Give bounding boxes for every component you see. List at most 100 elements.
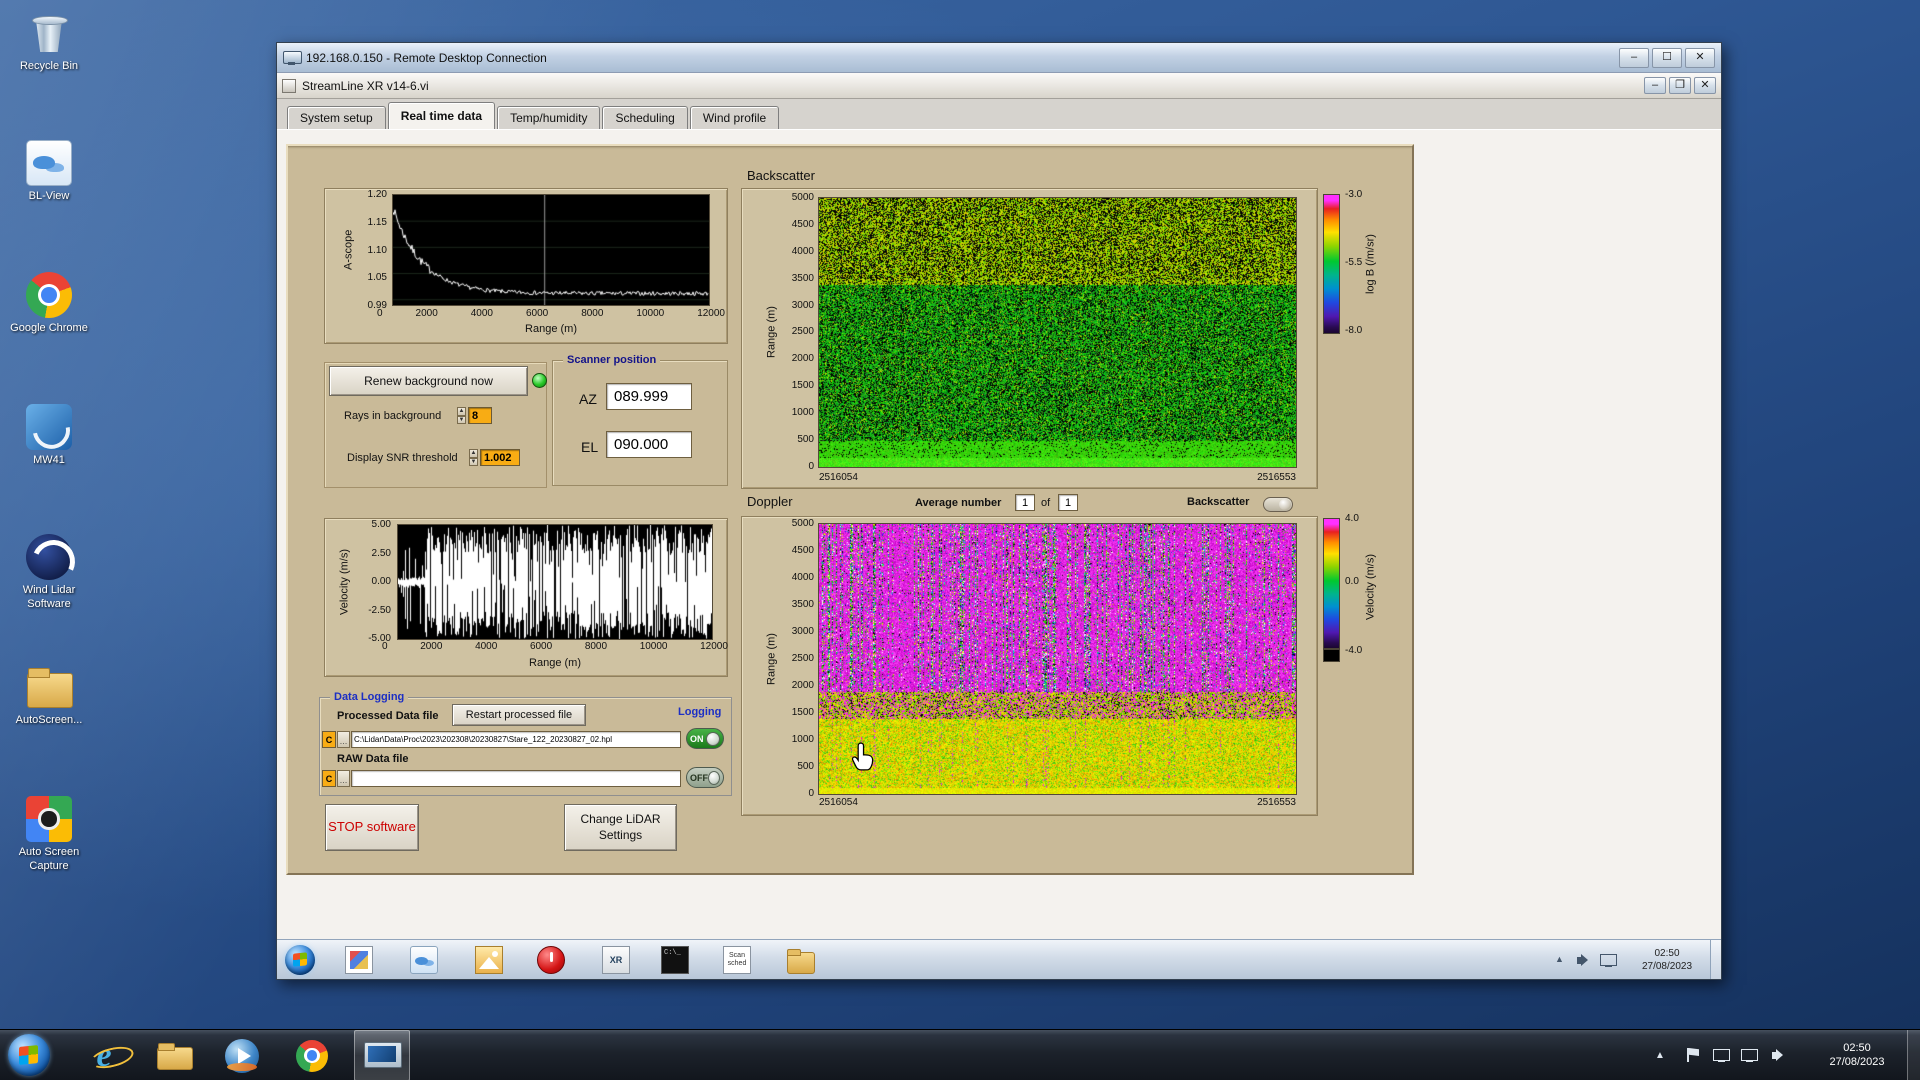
tick-label: 6000	[529, 641, 553, 652]
backscatter-toggle[interactable]	[1263, 497, 1293, 512]
tick-label: 4000	[470, 308, 493, 319]
session-taskbar-folder-icon[interactable]	[786, 946, 816, 974]
doppler-colorbar-tick: -4.0	[1345, 645, 1363, 656]
snr-value-field[interactable]: 1.002	[480, 449, 520, 466]
ie-icon: e	[96, 1036, 112, 1074]
rdp-close-button[interactable]: ✕	[1685, 47, 1715, 68]
backscatter-y-ticks: 5000 4500 4000 3500 3000 2500 2000 1500 1000 500 0	[782, 193, 814, 472]
taskbar-chrome-button[interactable]	[286, 1030, 338, 1080]
tick-label: 0	[377, 308, 383, 319]
session-taskbar-xr-icon[interactable]: XR	[602, 946, 630, 974]
display-icon[interactable]	[1712, 1046, 1730, 1064]
desktop-icon-recycle-bin[interactable]: Recycle Bin	[4, 10, 94, 74]
raw-logging-toggle[interactable]: OFF	[686, 767, 724, 788]
rays-value-field[interactable]: 8	[468, 407, 492, 424]
session-taskbar-paint-icon[interactable]	[345, 946, 373, 974]
session-taskbar-stop-icon[interactable]	[537, 946, 565, 974]
velocity-x-axis-label: Range (m)	[529, 657, 581, 669]
backscatter-y-axis-label: Range (m)	[765, 306, 778, 359]
desktop-icon-wind-lidar[interactable]: Wind Lidar Software	[4, 534, 94, 612]
rdp-minimize-button[interactable]: –	[1619, 47, 1649, 68]
az-value-field[interactable]: 089.999	[606, 383, 692, 410]
session-taskbar: XR C:\_ Scan sched ▲ 02:50 27/08/2023	[277, 939, 1721, 979]
backscatter-plot-area[interactable]	[818, 197, 1297, 468]
processed-logging-toggle[interactable]: ON	[686, 728, 724, 749]
doppler-colorbar-underflow	[1323, 649, 1340, 662]
desktop-icon-label: Auto Screen Capture	[18, 846, 80, 872]
desktop-icon-bl-view[interactable]: BL-View	[4, 140, 94, 204]
taskbar-ie-button[interactable]: e	[78, 1030, 130, 1080]
tab-scheduling[interactable]: Scheduling	[602, 106, 688, 129]
session-speaker-icon[interactable]	[1575, 951, 1593, 969]
tab-system-setup[interactable]: System setup	[287, 106, 386, 129]
logging-label: Logging	[678, 706, 722, 718]
backscatter-x-start: 2516054	[819, 472, 858, 483]
taskbar-rdp-button-active[interactable]	[354, 1030, 410, 1080]
snr-spinner[interactable]: ▲ ▼	[469, 449, 478, 466]
raw-data-file-label: RAW Data file	[337, 753, 409, 765]
host-show-desktop-button[interactable]	[1907, 1030, 1920, 1080]
restart-processed-file-button[interactable]: Restart processed file	[452, 704, 586, 726]
doppler-plot-area[interactable]	[818, 523, 1297, 795]
session-taskbar-scan-sched-icon[interactable]: Scan sched	[723, 946, 751, 974]
ascope-graph: A-scope 1.20 1.15 1.10 1.05 0.99 0 2000 4000 60…	[324, 188, 728, 344]
host-tray-arrow-icon[interactable]: ▲	[1655, 1051, 1665, 1061]
session-tray-arrow-icon[interactable]: ▲	[1555, 955, 1564, 964]
data-logging-title: Data Logging	[330, 691, 409, 704]
tab-temp-humidity[interactable]: Temp/humidity	[497, 106, 601, 129]
el-value-field[interactable]: 090.000	[606, 431, 692, 458]
backscatter-colorbar-tick: -3.0	[1345, 189, 1363, 200]
az-label: AZ	[579, 391, 597, 407]
session-taskbar-cmd-icon[interactable]: C:\_	[661, 946, 689, 974]
session-show-desktop-button[interactable]	[1710, 940, 1721, 979]
app-minimize-button[interactable]: –	[1644, 77, 1666, 94]
rdp-maximize-button[interactable]: ☐	[1652, 47, 1682, 68]
session-start-button[interactable]	[285, 945, 315, 975]
tick-label: 1.10	[367, 244, 387, 256]
processed-data-file-label: Processed Data file	[337, 710, 439, 722]
rays-spinner[interactable]: ▲ ▼	[457, 407, 466, 424]
network-icon[interactable]	[1740, 1046, 1758, 1064]
session-network-icon[interactable]	[1599, 951, 1617, 969]
tab-real-time-data[interactable]: Real time data	[387, 102, 496, 129]
backscatter-graph: Range (m) 5000 4500 4000 3500 3000 2500 2000 15…	[741, 188, 1318, 489]
tick-label: 10000	[639, 641, 668, 652]
tick-label: 2000	[415, 308, 438, 319]
scanner-position-title: Scanner position	[563, 354, 661, 367]
average-count-field[interactable]: 1	[1058, 494, 1078, 511]
desktop-icon-auto-screen-capture[interactable]: Auto Screen Capture	[4, 796, 94, 874]
tick-label: 500	[797, 761, 814, 772]
host-taskbar: e ▲ 02:50 27/08/2023	[0, 1029, 1920, 1080]
app-restore-button[interactable]: ❐	[1669, 77, 1691, 94]
session-taskbar-viewer-icon[interactable]	[475, 946, 503, 974]
session-clock[interactable]: 02:50 27/08/2023	[1627, 947, 1707, 973]
average-number-field[interactable]: 1	[1015, 494, 1035, 511]
desktop-icon-google-chrome[interactable]: Google Chrome	[4, 272, 94, 336]
rdp-titlebar[interactable]: 192.168.0.150 - Remote Desktop Connectio…	[277, 43, 1721, 73]
drive-icon[interactable]: C	[322, 731, 336, 748]
processed-path-field[interactable]: C:\Lidar\Data\Proc\2023\202308\20230827\…	[351, 731, 681, 748]
tab-wind-profile[interactable]: Wind profile	[689, 106, 780, 129]
browse-icon[interactable]: …	[337, 731, 350, 748]
host-clock[interactable]: 02:50 27/08/2023	[1812, 1041, 1902, 1070]
desktop-icon-autoscreen[interactable]: AutoScreen...	[4, 664, 94, 728]
taskbar-explorer-button[interactable]	[148, 1030, 200, 1080]
ascope-plot-area[interactable]	[392, 194, 710, 306]
stop-software-button[interactable]: STOP software	[325, 804, 419, 851]
browse-icon[interactable]: …	[337, 770, 350, 787]
taskbar-media-player-button[interactable]	[216, 1030, 268, 1080]
change-lidar-settings-button[interactable]: Change LiDAR Settings	[564, 804, 677, 851]
desktop-icon-mw41[interactable]: MW41	[4, 404, 94, 468]
raw-path-field[interactable]	[351, 770, 681, 787]
session-taskbar-blview-icon[interactable]	[410, 946, 438, 974]
host-start-button[interactable]	[8, 1034, 50, 1076]
speaker-icon[interactable]	[1770, 1046, 1788, 1064]
drive-icon[interactable]: C	[322, 770, 336, 787]
action-center-flag-icon[interactable]	[1684, 1046, 1702, 1064]
tick-label: 4000	[791, 245, 814, 257]
velocity-plot-area[interactable]	[397, 524, 713, 640]
renew-background-button[interactable]: Renew background now	[329, 366, 528, 396]
tick-label: 8000	[584, 641, 608, 652]
app-titlebar[interactable]: StreamLine XR v14-6.vi – ❐ ✕	[277, 73, 1721, 99]
app-close-button[interactable]: ✕	[1694, 77, 1716, 94]
